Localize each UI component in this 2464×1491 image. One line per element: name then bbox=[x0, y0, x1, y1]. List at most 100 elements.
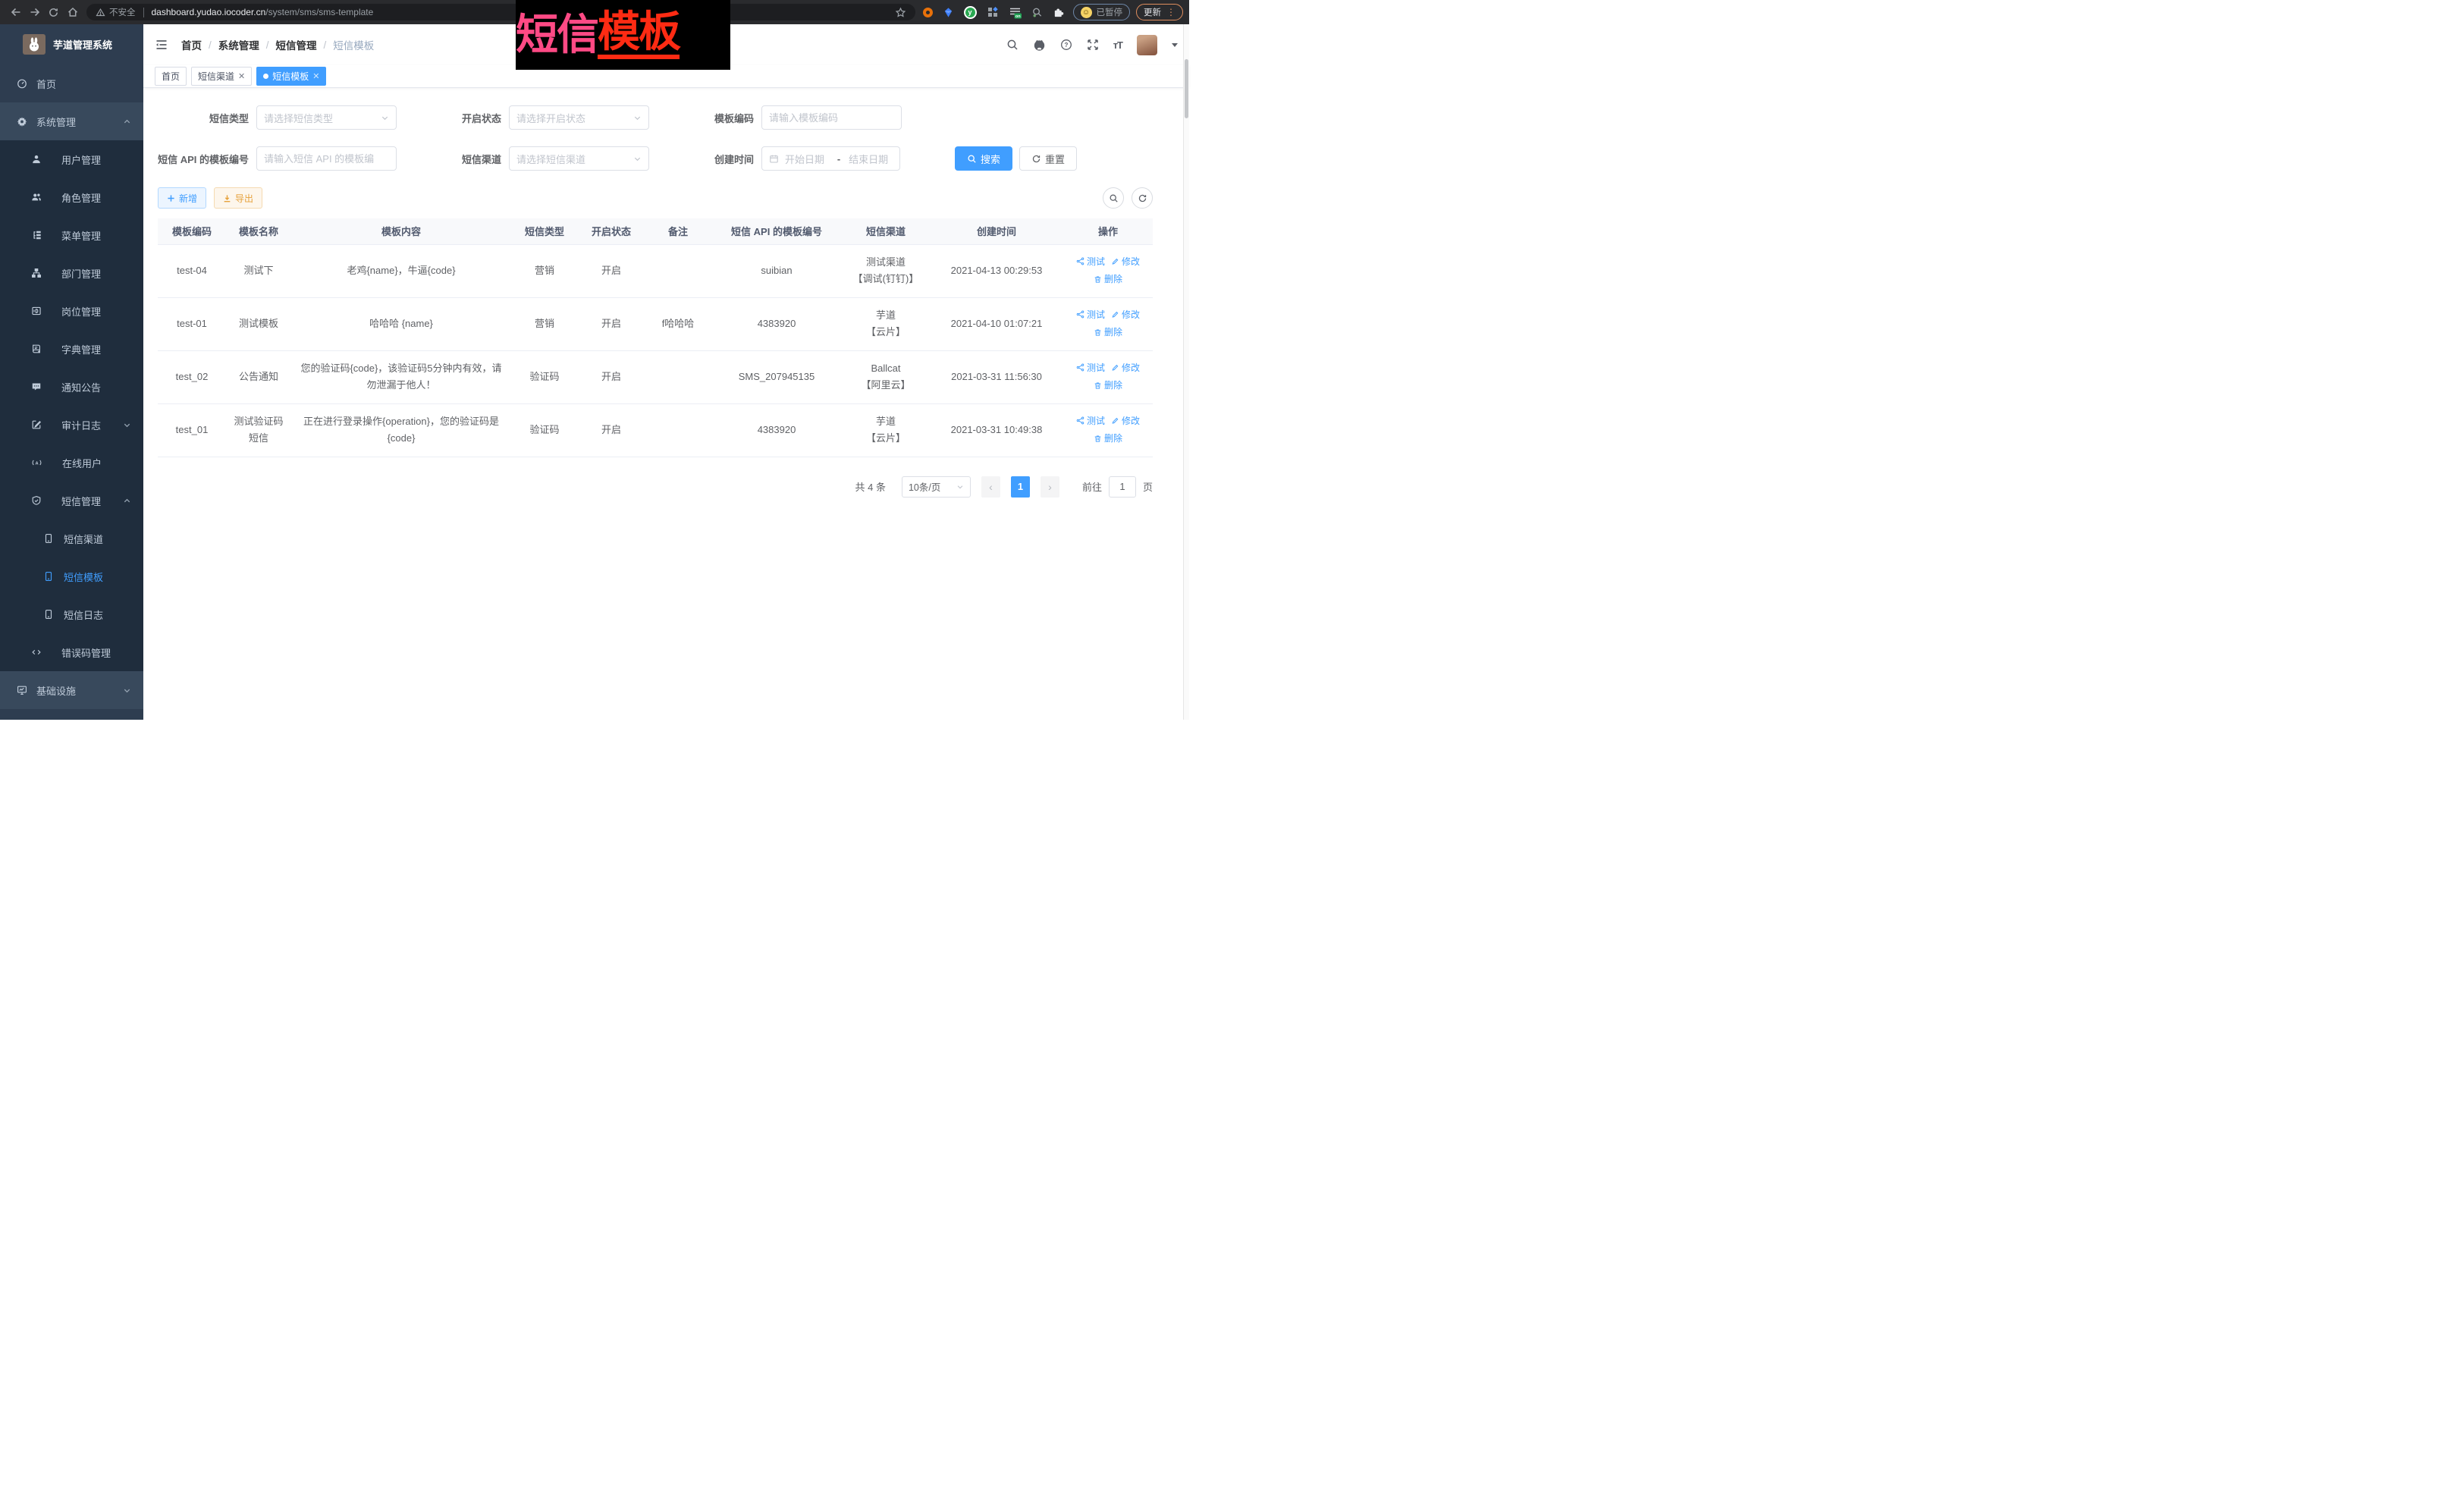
breadcrumb-sms[interactable]: 短信管理 bbox=[276, 37, 317, 52]
reload-button[interactable] bbox=[44, 3, 63, 22]
date-start-placeholder[interactable]: 开始日期 bbox=[785, 152, 829, 166]
cell-channel: Ballcat【阿里云】 bbox=[842, 350, 930, 403]
url-bar[interactable]: 不安全 dashboard.yudao.iocoder.cn /system/s… bbox=[86, 4, 915, 20]
sidebar-item-system-mgmt[interactable]: 系统管理 bbox=[0, 102, 143, 140]
app-logo[interactable]: 芋道管理系统 bbox=[0, 24, 143, 64]
extension-gem-icon[interactable] bbox=[943, 7, 954, 18]
extension-magnifier-icon[interactable] bbox=[1031, 7, 1043, 18]
security-warning[interactable]: 不安全 bbox=[96, 6, 136, 18]
export-button[interactable]: 导出 bbox=[214, 187, 262, 209]
edit-link[interactable]: 修改 bbox=[1111, 359, 1140, 376]
delete-link[interactable]: 删除 bbox=[1094, 324, 1122, 341]
column-header: 短信 API 的模板编号 bbox=[711, 218, 842, 244]
test-link[interactable]: 测试 bbox=[1076, 253, 1105, 270]
page-size-select[interactable]: 10条/页 bbox=[902, 476, 971, 498]
help-icon[interactable]: ? bbox=[1060, 39, 1072, 51]
sidebar-item-post-mgmt[interactable]: 岗位管理 bbox=[0, 292, 143, 330]
date-range-picker[interactable]: 开始日期 - 结束日期 bbox=[761, 146, 900, 171]
back-button[interactable] bbox=[6, 3, 25, 22]
goto-page-input[interactable] bbox=[1109, 476, 1136, 498]
close-icon[interactable]: ✕ bbox=[312, 71, 319, 81]
api-template-input[interactable] bbox=[256, 146, 397, 171]
close-icon[interactable]: ✕ bbox=[238, 71, 245, 81]
test-link[interactable]: 测试 bbox=[1076, 413, 1105, 429]
sidebar-item-infrastructure[interactable]: 基础设施 bbox=[0, 671, 143, 709]
sidebar-item-sms-template[interactable]: 短信模板 bbox=[0, 557, 143, 595]
extension-y-icon[interactable]: y bbox=[964, 6, 977, 19]
sidebar-item-sms-channel[interactable]: 短信渠道 bbox=[0, 519, 143, 557]
sidebar-item-home[interactable]: 首页 bbox=[0, 64, 143, 102]
edit-link[interactable]: 修改 bbox=[1111, 413, 1140, 429]
sidebar-item-user-mgmt[interactable]: 用户管理 bbox=[0, 140, 143, 178]
test-link[interactable]: 测试 bbox=[1076, 359, 1105, 376]
delete-link[interactable]: 删除 bbox=[1094, 430, 1122, 447]
prev-page-button[interactable]: ‹ bbox=[981, 476, 1000, 498]
cell-content: 您的验证码{code}，该验证码5分钟内有效，请勿泄漏于他人！ bbox=[291, 350, 511, 403]
add-button[interactable]: 新增 bbox=[158, 187, 206, 209]
next-page-button[interactable]: › bbox=[1041, 476, 1059, 498]
bookmark-star-icon[interactable] bbox=[895, 7, 906, 18]
sidebar-item-role-mgmt[interactable]: 角色管理 bbox=[0, 178, 143, 216]
extension-grid-icon[interactable] bbox=[987, 6, 999, 18]
sidebar-item-online-users[interactable]: A 在线用户 bbox=[0, 444, 143, 482]
column-header: 短信渠道 bbox=[842, 218, 930, 244]
status-select[interactable]: 请选择开启状态 bbox=[509, 105, 649, 130]
edit-link[interactable]: 修改 bbox=[1111, 253, 1140, 270]
sidebar-toggle-icon[interactable] bbox=[155, 38, 168, 52]
header-search-icon[interactable] bbox=[1006, 39, 1019, 51]
sidebar-item-dict-mgmt[interactable]: 字典管理 bbox=[0, 330, 143, 368]
breadcrumb-system[interactable]: 系统管理 bbox=[218, 37, 259, 52]
edit-link[interactable]: 修改 bbox=[1111, 306, 1140, 323]
reset-button[interactable]: 重置 bbox=[1019, 146, 1077, 171]
cell-status: 开启 bbox=[578, 403, 645, 457]
channel-select[interactable]: 请选择短信渠道 bbox=[509, 146, 649, 171]
sidebar-item-sms-mgmt[interactable]: 短信管理 bbox=[0, 482, 143, 519]
sidebar-item-menu-mgmt[interactable]: 菜单管理 bbox=[0, 216, 143, 254]
breadcrumb-home[interactable]: 首页 bbox=[181, 37, 202, 52]
home-button[interactable] bbox=[63, 3, 82, 22]
scrollbar-thumb[interactable] bbox=[1185, 59, 1188, 118]
cell-api-id: 4383920 bbox=[711, 403, 842, 457]
avatar-caret-icon[interactable] bbox=[1172, 43, 1178, 47]
fullscreen-icon[interactable] bbox=[1087, 39, 1099, 51]
forward-button[interactable] bbox=[25, 3, 44, 22]
page-scrollbar[interactable] bbox=[1183, 24, 1189, 720]
template-code-input[interactable] bbox=[761, 105, 902, 130]
sidebar-item-label: 在线用户 bbox=[62, 456, 102, 470]
tab-sms-channel[interactable]: 短信渠道 ✕ bbox=[191, 67, 252, 86]
extension-list-on-icon[interactable]: on bbox=[1009, 6, 1022, 19]
delete-link[interactable]: 删除 bbox=[1094, 377, 1122, 394]
chevron-down-icon bbox=[956, 483, 964, 491]
sidebar-item-sms-log[interactable]: 短信日志 bbox=[0, 595, 143, 633]
sidebar-item-label: 通知公告 bbox=[61, 380, 101, 394]
tab-sms-template-active[interactable]: 短信模板 ✕ bbox=[256, 67, 326, 86]
svg-text:A: A bbox=[35, 461, 38, 466]
on-badge: on bbox=[1015, 14, 1020, 18]
sidebar-item-announcement[interactable]: 通知公告 bbox=[0, 368, 143, 406]
profile-paused-pill[interactable]: ☺ 已暂停 bbox=[1073, 4, 1131, 20]
browser-update-button[interactable]: 更新 ⋮ bbox=[1136, 4, 1183, 20]
cell-type: 营销 bbox=[511, 297, 578, 350]
browser-menu-icon[interactable]: ⋮ bbox=[1166, 7, 1176, 17]
extension-orange-ring-icon[interactable] bbox=[923, 8, 933, 17]
refresh-icon[interactable] bbox=[1132, 187, 1153, 209]
font-size-icon[interactable]: тT bbox=[1113, 39, 1122, 51]
table-row: test-01 测试模板 哈哈哈 {name} 营销 开启 f哈哈哈 43839… bbox=[158, 297, 1153, 350]
tab-home[interactable]: 首页 bbox=[155, 67, 187, 86]
avatar[interactable] bbox=[1137, 35, 1157, 55]
extension-puzzle-icon[interactable] bbox=[1053, 7, 1064, 18]
date-end-placeholder[interactable]: 结束日期 bbox=[849, 152, 893, 166]
toggle-search-icon[interactable] bbox=[1103, 187, 1124, 209]
test-link[interactable]: 测试 bbox=[1076, 306, 1105, 323]
search-button[interactable]: 搜索 bbox=[955, 146, 1012, 171]
create-time-label: 创建时间 bbox=[663, 152, 761, 166]
current-page-button[interactable]: 1 bbox=[1011, 476, 1030, 498]
sidebar-item-dept-mgmt[interactable]: 部门管理 bbox=[0, 254, 143, 292]
cell-name: 测试下 bbox=[226, 244, 291, 297]
delete-link[interactable]: 删除 bbox=[1094, 271, 1122, 287]
sms-type-select[interactable]: 请选择短信类型 bbox=[256, 105, 397, 130]
sidebar-item-error-code[interactable]: 错误码管理 bbox=[0, 633, 143, 671]
github-icon[interactable] bbox=[1033, 39, 1046, 52]
audit-log-icon bbox=[31, 419, 42, 430]
sidebar-item-audit-log[interactable]: 审计日志 bbox=[0, 406, 143, 444]
